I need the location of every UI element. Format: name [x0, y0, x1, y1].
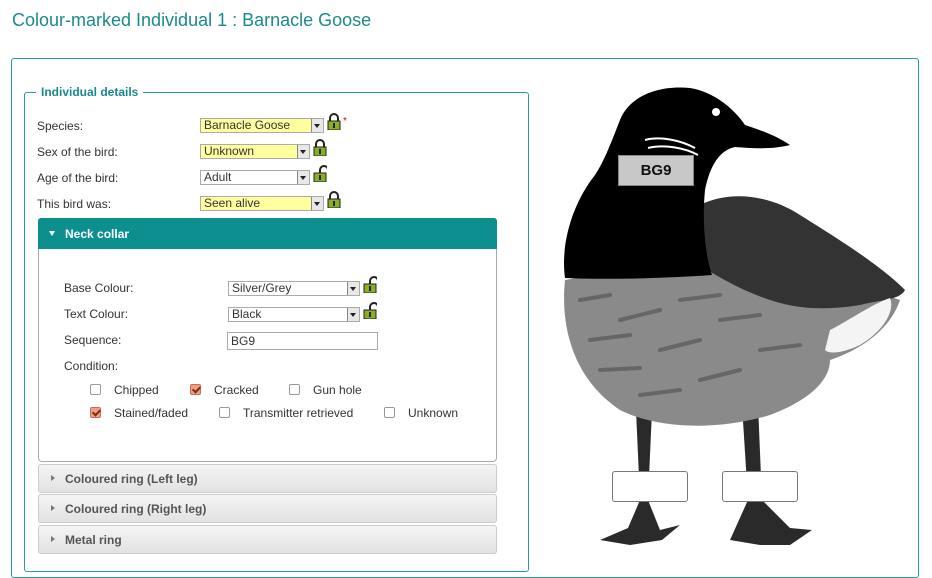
condition-label: Condition:: [64, 359, 119, 373]
condition-transmitter-retrieved-label: Transmitter retrieved: [243, 406, 354, 420]
lock-closed-icon[interactable]: [327, 191, 341, 208]
page-title: Colour-marked Individual 1 : Barnacle Go…: [12, 10, 372, 30]
base-colour-select[interactable]: Silver/Grey: [228, 281, 360, 296]
right-leg-ring-title: Coloured ring (Right leg): [65, 502, 207, 516]
sex-value: Unknown: [204, 144, 255, 158]
condition-chipped-label: Chipped: [114, 383, 159, 397]
lock-open-icon[interactable]: [363, 302, 377, 319]
species-value: Barnacle Goose: [204, 118, 291, 132]
condition-transmitter-retrieved-checkbox[interactable]: [219, 407, 230, 418]
chevron-down-icon: [347, 308, 359, 321]
condition-stained-faded-checkbox[interactable]: [90, 407, 101, 418]
chevron-down-icon: [311, 197, 323, 210]
bird-status-select[interactable]: Seen alive: [200, 196, 324, 211]
species-select[interactable]: Barnacle Goose: [200, 118, 324, 133]
condition-gun-hole-checkbox[interactable]: [289, 384, 300, 395]
left-leg-ring-title: Coloured ring (Left leg): [65, 472, 198, 486]
base-colour-value: Silver/Grey: [232, 281, 292, 295]
condition-unknown-checkbox[interactable]: [384, 407, 395, 418]
lock-closed-icon[interactable]: [313, 139, 327, 156]
sex-label: Sex of the bird:: [37, 145, 118, 159]
right-leg-ring-preview: [722, 471, 798, 502]
text-colour-select[interactable]: Black: [228, 307, 360, 322]
text-colour-value: Black: [232, 307, 262, 321]
text-colour-label: Text Colour:: [64, 307, 129, 321]
individual-details-legend: Individual details: [36, 85, 144, 99]
collar-tag-preview: BG9: [618, 155, 694, 186]
neck-collar-title: Neck collar: [65, 227, 130, 241]
condition-gun-hole-label: Gun hole: [313, 383, 362, 397]
left-leg-ring-preview: [612, 471, 688, 502]
neck-collar-header[interactable]: Neck collar: [38, 218, 497, 249]
metal-ring-header[interactable]: Metal ring: [38, 525, 497, 554]
chevron-down-icon: [297, 171, 309, 184]
condition-cracked-label: Cracked: [214, 383, 259, 397]
caret-down-icon: [49, 231, 55, 236]
sequence-label: Sequence:: [64, 333, 122, 347]
lock-open-icon[interactable]: [313, 165, 327, 182]
bird-status-label: This bird was:: [37, 197, 112, 211]
caret-right-icon: [51, 505, 55, 511]
required-asterisk: *: [343, 116, 347, 127]
age-value: Adult: [204, 170, 232, 184]
condition-cracked-checkbox[interactable]: [190, 384, 201, 395]
bird-status-value: Seen alive: [204, 196, 261, 210]
sex-select[interactable]: Unknown: [200, 144, 310, 159]
condition-unknown-label: Unknown: [408, 406, 459, 420]
left-leg-ring-header[interactable]: Coloured ring (Left leg): [38, 464, 497, 493]
caret-right-icon: [51, 536, 55, 542]
base-colour-label: Base Colour:: [64, 281, 134, 295]
chevron-down-icon: [347, 282, 359, 295]
age-select[interactable]: Adult: [200, 170, 310, 185]
condition-stained-faded-label: Stained/faded: [114, 406, 189, 420]
chevron-down-icon: [297, 145, 309, 158]
species-label: Species:: [37, 119, 84, 133]
metal-ring-title: Metal ring: [65, 533, 122, 547]
condition-chipped-checkbox[interactable]: [90, 384, 101, 395]
right-leg-ring-header[interactable]: Coloured ring (Right leg): [38, 494, 497, 523]
caret-right-icon: [51, 475, 55, 481]
age-label: Age of the bird:: [37, 171, 119, 185]
lock-open-icon[interactable]: [363, 276, 377, 293]
sequence-input[interactable]: BG9: [227, 332, 378, 350]
chevron-down-icon: [311, 119, 323, 132]
lock-closed-icon[interactable]: [327, 113, 341, 130]
